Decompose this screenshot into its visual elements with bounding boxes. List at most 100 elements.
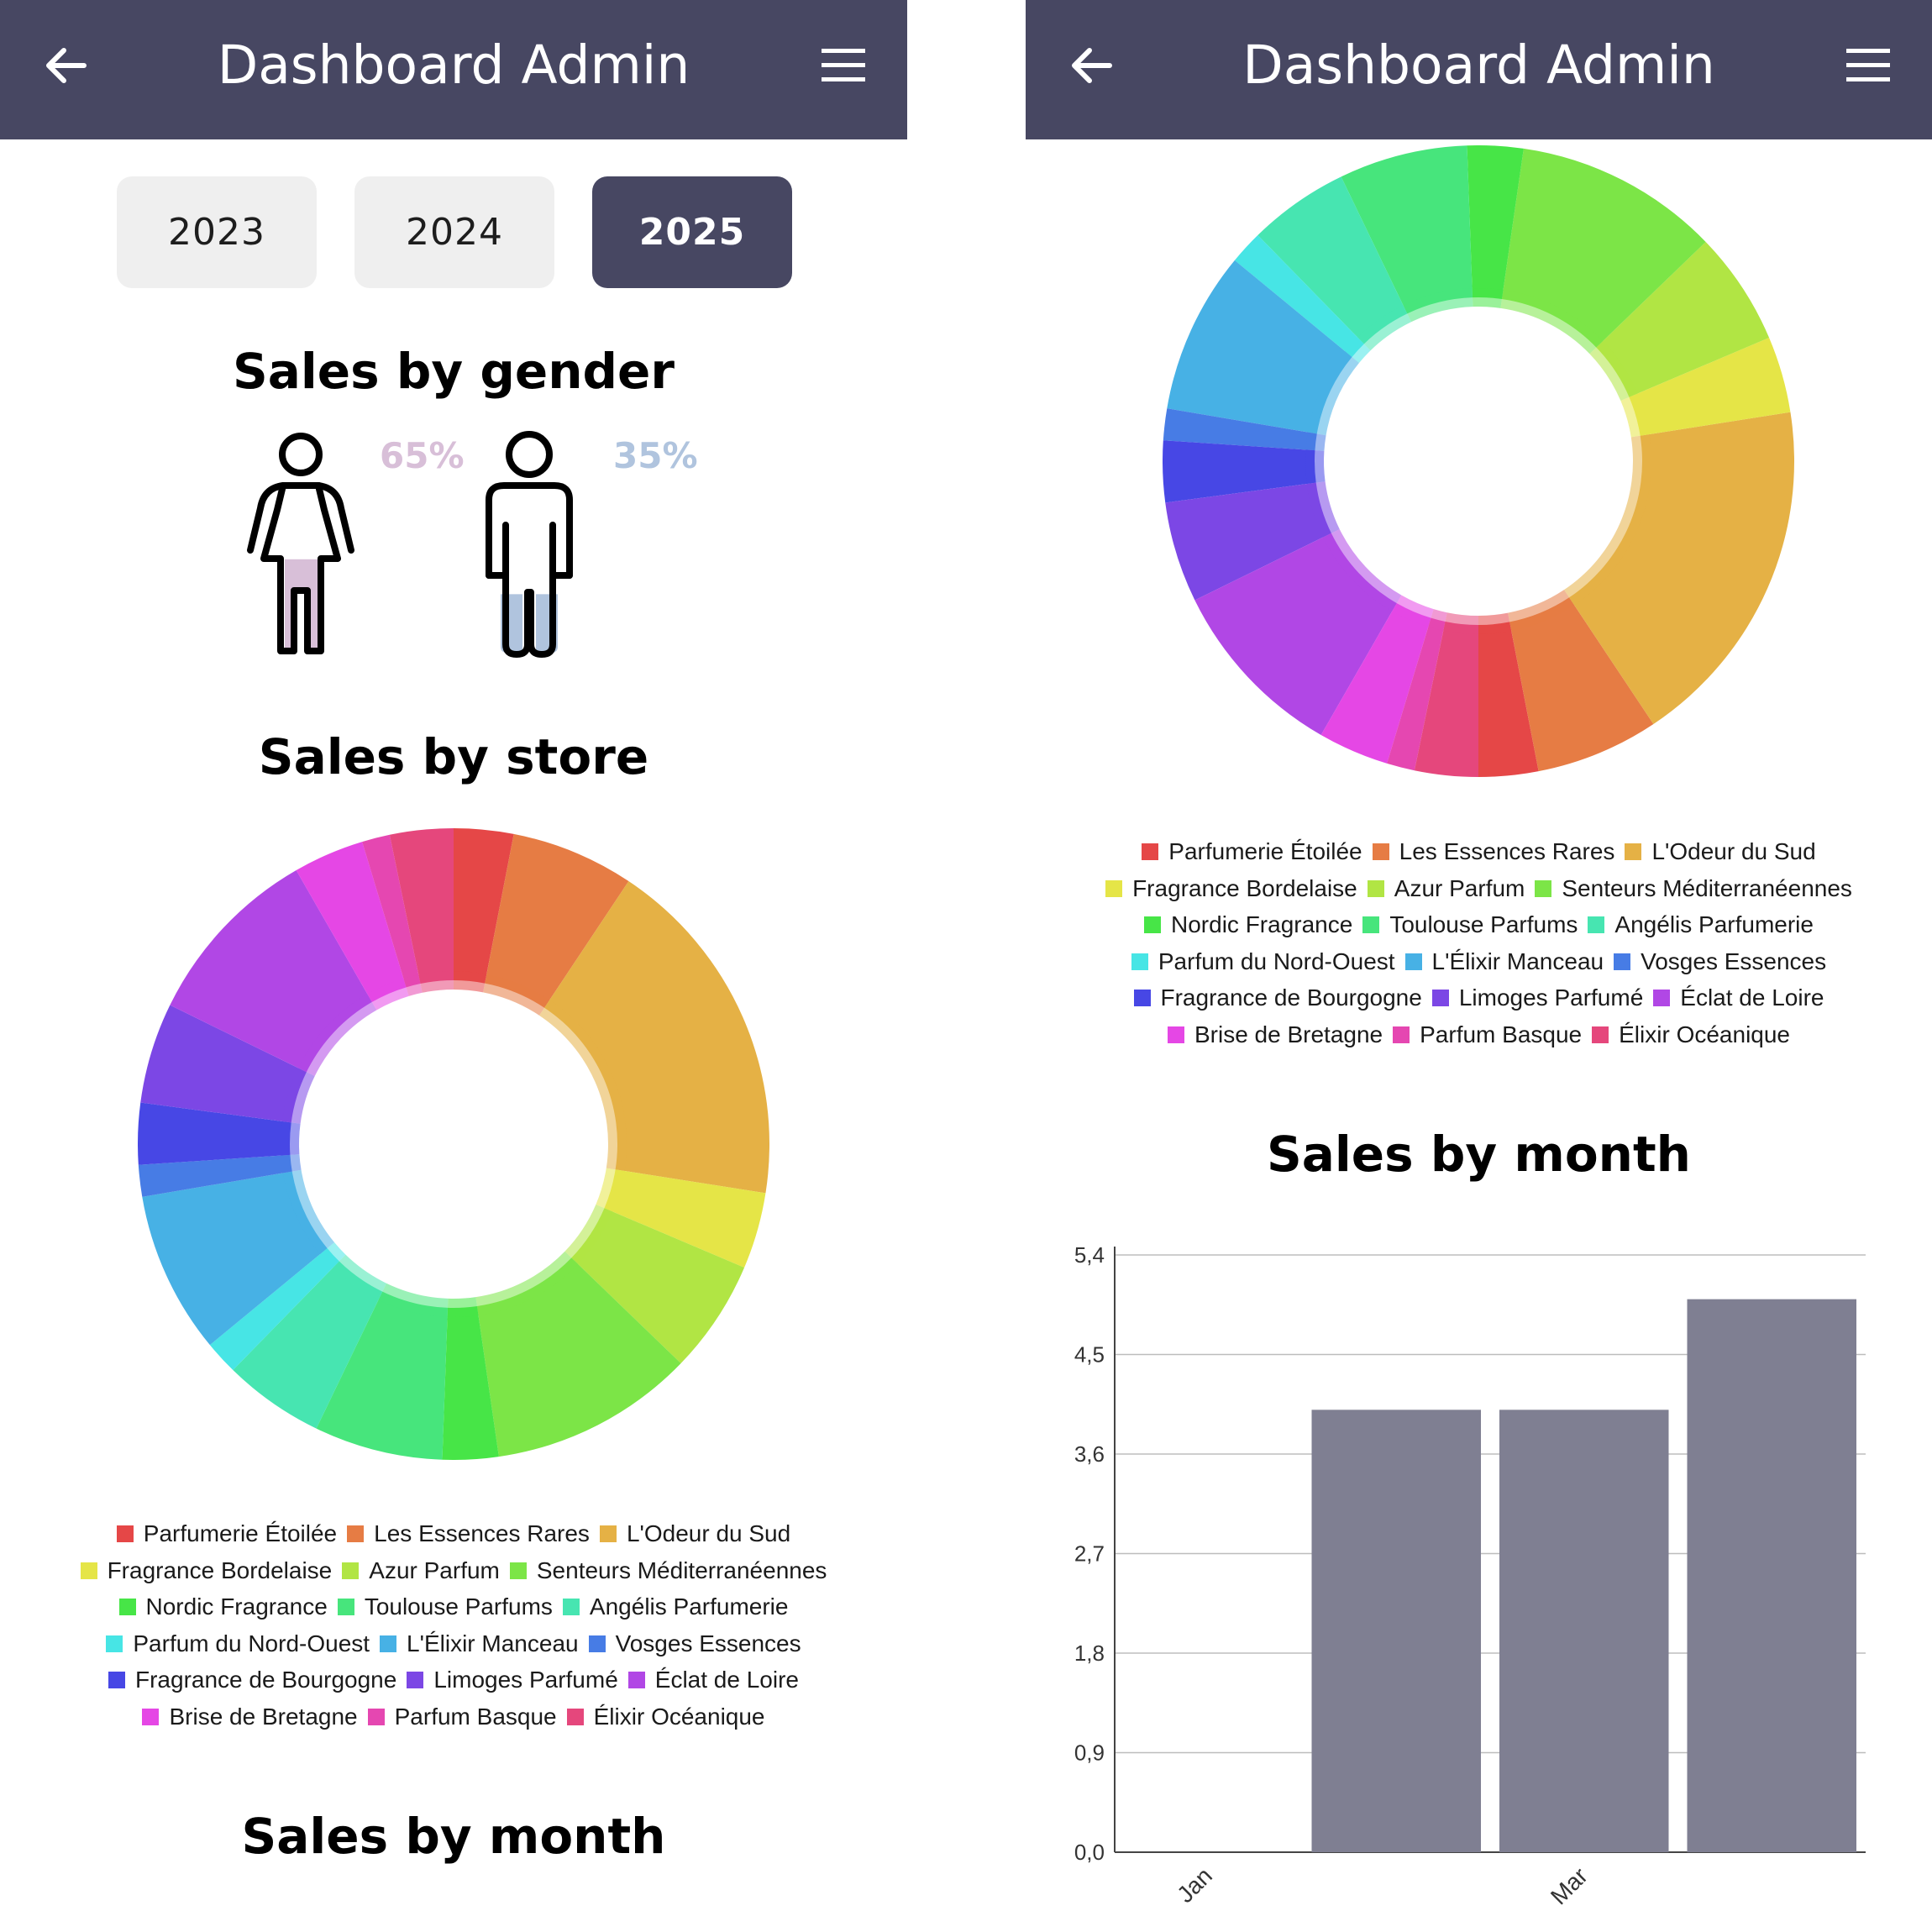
legend-item-elixir-oceanique[interactable]: Élixir Océanique xyxy=(1592,1016,1790,1053)
legend-swatch xyxy=(108,1672,125,1688)
legend-swatch xyxy=(1131,953,1148,970)
y-tick-label: 0,9 xyxy=(1074,1740,1105,1766)
legend-label: Vosges Essences xyxy=(615,1630,801,1656)
legend-item-vosges-essences[interactable]: Vosges Essences xyxy=(588,1625,801,1662)
legend-item-nordic-fragrance[interactable]: Nordic Fragrance xyxy=(118,1588,328,1625)
legend-item-les-essences-rares[interactable]: Les Essences Rares xyxy=(347,1515,590,1552)
female-fill-level xyxy=(269,559,336,651)
legend-item-parfum-basque[interactable]: Parfum Basque xyxy=(1393,1016,1582,1053)
legend-swatch xyxy=(337,1599,354,1615)
x-tick-label: Mar xyxy=(1546,1862,1593,1909)
app-bar: Dashboard Admin xyxy=(0,0,907,139)
legend-label: Parfum du Nord-Ouest xyxy=(133,1630,370,1656)
y-tick-label: 2,7 xyxy=(1074,1541,1105,1567)
legend-swatch xyxy=(562,1599,580,1615)
legend-item-angelis-parfumerie[interactable]: Angélis Parfumerie xyxy=(562,1588,789,1625)
hamburger-menu-icon[interactable] xyxy=(1843,44,1893,87)
legend-label: Azur Parfum xyxy=(1394,874,1525,901)
legend-label: Élixir Océanique xyxy=(593,1703,765,1730)
legend-item-toulouse-parfums[interactable]: Toulouse Parfums xyxy=(337,1588,553,1625)
legend-swatch xyxy=(407,1672,424,1688)
legend-item-fragrance-de-bourgogne[interactable]: Fragrance de Bourgogne xyxy=(108,1662,396,1698)
donut-inner-ring-parfumerie-etoilee xyxy=(454,971,487,993)
dashboard-screen-left: Dashboard Admin 2023 2024 2025 Sales by … xyxy=(0,0,907,1932)
year-button-2024[interactable]: 2024 xyxy=(354,176,554,288)
legend-item-fragrance-bordelaise[interactable]: Fragrance Bordelaise xyxy=(80,1552,333,1589)
legend-item-parfumerie-etoilee[interactable]: Parfumerie Étoilée xyxy=(1142,833,1362,870)
hamburger-menu-icon[interactable] xyxy=(818,44,869,87)
legend-item-elixir-oceanique[interactable]: Élixir Océanique xyxy=(566,1698,765,1735)
legend-swatch xyxy=(588,1635,606,1652)
legend-swatch xyxy=(347,1525,365,1542)
y-tick-label: 0,0 xyxy=(1074,1840,1105,1865)
legend-item-nordic-fragrance[interactable]: Nordic Fragrance xyxy=(1144,906,1352,943)
legend-swatch xyxy=(1588,916,1605,933)
legend-item-l-odeur-du-sud[interactable]: L'Odeur du Sud xyxy=(599,1515,790,1552)
dashboard-screen-right: Dashboard Admin Parfumerie Étoilée Les Es… xyxy=(1026,0,1932,1932)
legend-row: Fragrance de Bourgogne Limoges Parfumé Écl… xyxy=(0,1662,907,1698)
legend-swatch xyxy=(116,1525,134,1542)
legend-item-limoges-parfume[interactable]: Limoges Parfumé xyxy=(1431,979,1643,1016)
legend-item-fragrance-de-bourgogne[interactable]: Fragrance de Bourgogne xyxy=(1133,979,1422,1016)
legend-label: Limoges Parfumé xyxy=(433,1667,618,1693)
legend-item-parfum-du-nord-ouest[interactable]: Parfum du Nord-Ouest xyxy=(1131,943,1395,980)
legend-item-senteurs-mediterraneennes[interactable]: Senteurs Méditerranéennes xyxy=(509,1552,827,1589)
legend-label: Angélis Parfumerie xyxy=(589,1593,789,1620)
legend-swatch xyxy=(627,1672,645,1688)
legend-item-les-essences-rares[interactable]: Les Essences Rares xyxy=(1372,833,1614,870)
legend-row: Fragrance Bordelaise Azur Parfum Senteurs … xyxy=(1026,870,1932,907)
legend-item-brise-de-bretagne[interactable]: Brise de Bretagne xyxy=(142,1698,358,1735)
legend-swatch xyxy=(367,1708,385,1725)
year-button-2025[interactable]: 2025 xyxy=(592,176,792,288)
year-button-2023[interactable]: 2023 xyxy=(117,176,317,288)
legend-item-eclat-de-loire[interactable]: Éclat de Loire xyxy=(1653,979,1824,1016)
legend-item-fragrance-bordelaise[interactable]: Fragrance Bordelaise xyxy=(1105,870,1357,907)
legend-item-parfum-du-nord-ouest[interactable]: Parfum du Nord-Ouest xyxy=(106,1625,370,1662)
bar-mar[interactable] xyxy=(1499,1410,1669,1852)
legend-swatch xyxy=(1105,879,1123,897)
legend-item-limoges-parfume[interactable]: Limoges Parfumé xyxy=(407,1662,618,1698)
donut-inner-ring-vosges-essences xyxy=(1305,432,1326,451)
legend-label: Parfumerie Étoilée xyxy=(1168,838,1362,864)
legend-item-senteurs-mediterraneennes[interactable]: Senteurs Méditerranéennes xyxy=(1535,870,1852,907)
legend-row: Parfum du Nord-Ouest L'Élixir Manceau Vosg… xyxy=(1026,943,1932,980)
legend-item-vosges-essences[interactable]: Vosges Essences xyxy=(1614,943,1826,980)
legend-swatch xyxy=(1167,1026,1184,1043)
legend-item-l-odeur-du-sud[interactable]: L'Odeur du Sud xyxy=(1625,833,1816,870)
legend-item-eclat-de-loire[interactable]: Éclat de Loire xyxy=(627,1662,799,1698)
store-donut-chart xyxy=(138,828,769,1460)
legend-swatch xyxy=(1362,916,1380,933)
legend-label: Fragrance de Bourgogne xyxy=(1160,984,1422,1011)
legend-swatch xyxy=(1431,990,1449,1006)
legend-label: Senteurs Méditerranéennes xyxy=(536,1557,827,1583)
legend-label: Fragrance Bordelaise xyxy=(107,1557,333,1583)
legend-item-toulouse-parfums[interactable]: Toulouse Parfums xyxy=(1362,906,1578,943)
legend-item-brise-de-bretagne[interactable]: Brise de Bretagne xyxy=(1167,1016,1383,1053)
bar-apr[interactable] xyxy=(1687,1299,1857,1852)
legend-label: Vosges Essences xyxy=(1641,948,1827,974)
legend-item-parfumerie-etoilee[interactable]: Parfumerie Étoilée xyxy=(116,1515,337,1552)
legend-item-azur-parfum[interactable]: Azur Parfum xyxy=(342,1552,500,1589)
legend-swatch xyxy=(1133,990,1151,1006)
legend-swatch xyxy=(118,1599,136,1615)
sales-by-month-title: Sales by month xyxy=(241,1808,666,1865)
legend-label: Azur Parfum xyxy=(369,1557,500,1583)
y-tick-label: 4,5 xyxy=(1074,1342,1105,1368)
store-legend: Parfumerie Étoilée Les Essences Rares L'Od… xyxy=(0,1515,907,1735)
month-bar-chart: 0,0 0,9 1,8 2,7 3,6 4,5 5,4 Jan Mar xyxy=(1074,1242,1866,1909)
legend-item-l-elixir-manceau[interactable]: L'Élixir Manceau xyxy=(380,1625,579,1662)
legend-label: Les Essences Rares xyxy=(374,1520,590,1546)
legend-swatch xyxy=(80,1562,97,1579)
app-bar: Dashboard Admin xyxy=(1026,0,1932,139)
bar-feb[interactable] xyxy=(1311,1410,1482,1852)
sales-by-month-title: Sales by month xyxy=(1267,1126,1691,1183)
legend-label: Toulouse Parfums xyxy=(364,1593,553,1620)
store-donut-chart xyxy=(1163,145,1794,777)
legend-item-l-elixir-manceau[interactable]: L'Élixir Manceau xyxy=(1404,943,1604,980)
donut-inner-ring-nordic-fragrance xyxy=(1472,288,1504,308)
legend-item-azur-parfum[interactable]: Azur Parfum xyxy=(1367,870,1525,907)
legend-item-angelis-parfumerie[interactable]: Angélis Parfumerie xyxy=(1588,906,1814,943)
legend-item-parfum-basque[interactable]: Parfum Basque xyxy=(367,1698,557,1735)
legend-swatch xyxy=(142,1708,160,1725)
legend-swatch xyxy=(1404,953,1422,970)
